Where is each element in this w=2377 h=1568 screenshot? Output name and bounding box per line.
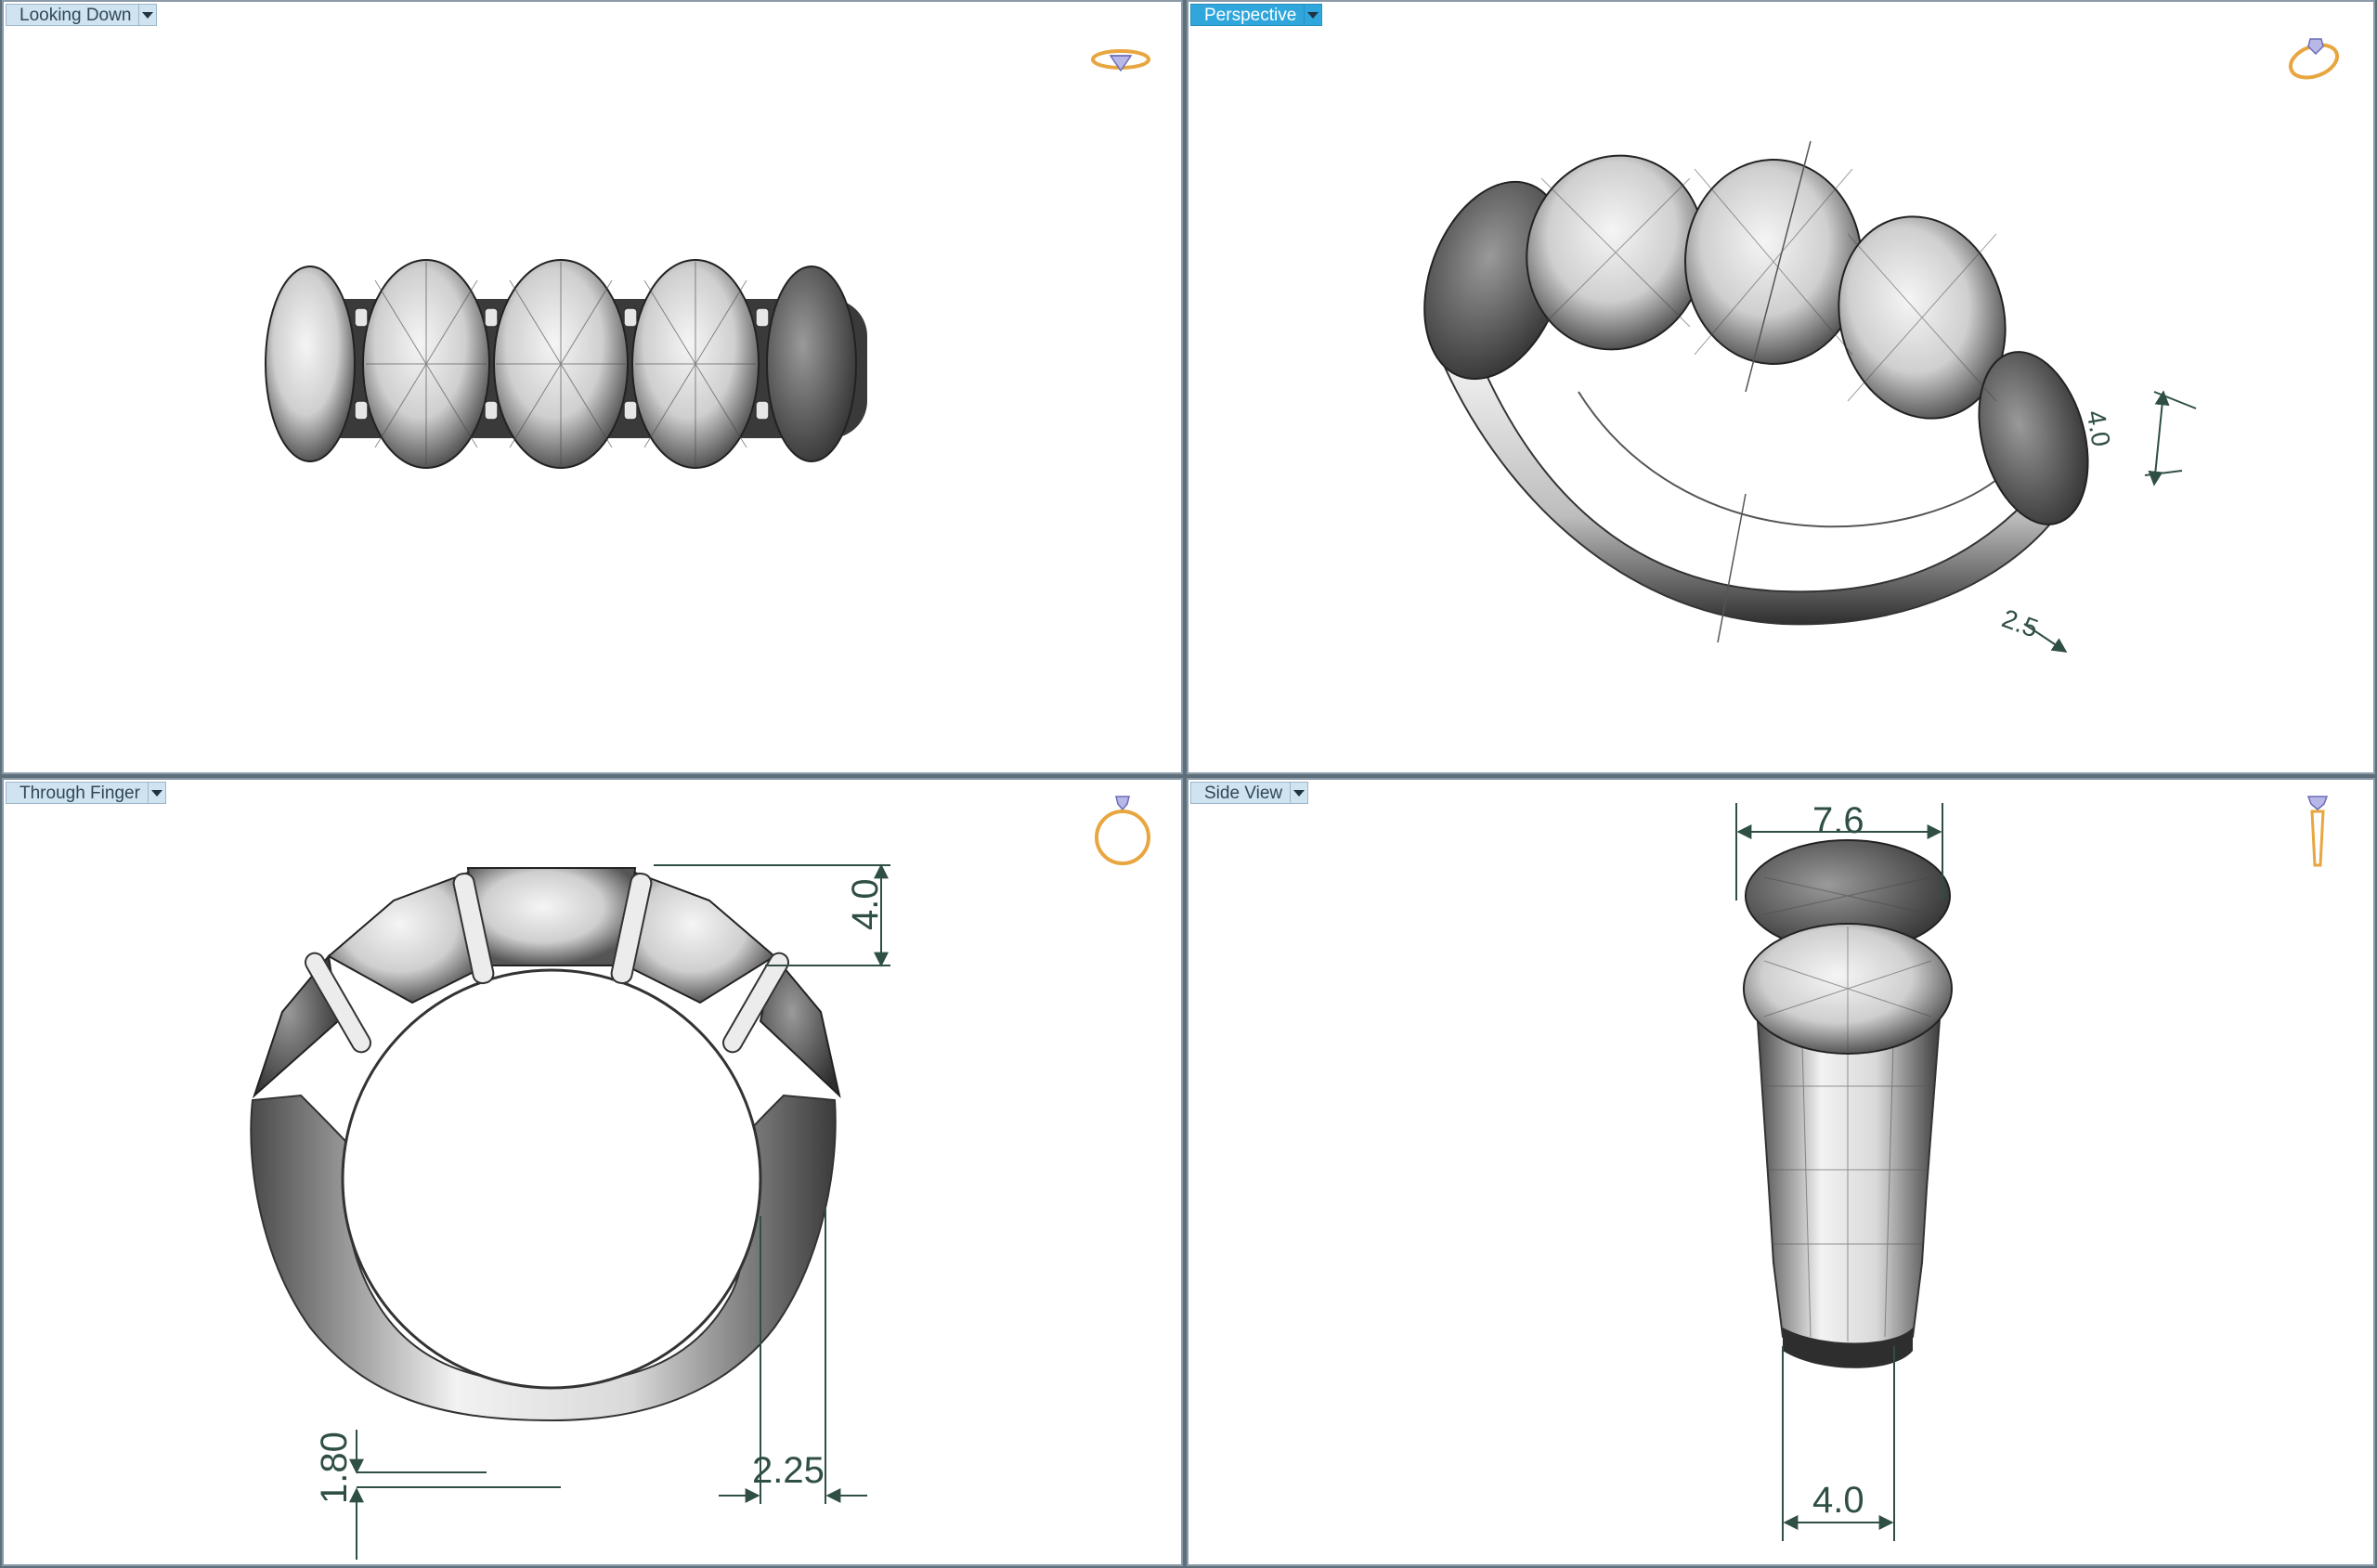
viewport-menu-dropdown[interactable] [1305, 4, 1323, 26]
viewport-label[interactable]: Looking Down [6, 4, 140, 26]
viewport-tab-perspective[interactable]: Perspective [1190, 4, 1323, 26]
viewport-menu-dropdown[interactable] [1291, 782, 1309, 804]
dimension-front-height: 4.0 [845, 878, 886, 930]
dimension-bottom-width: 4.0 [1812, 1480, 1864, 1521]
viewport-looking-down[interactable]: Looking Down [2, 0, 1183, 774]
viewport-label[interactable]: Through Finger [6, 782, 149, 804]
ring-model-front-view [250, 863, 890, 1560]
viewport-tab-looking-down[interactable]: Looking Down [6, 4, 158, 26]
viewport-tab-through-finger[interactable]: Through Finger [6, 782, 166, 804]
ring-top-view-icon [1091, 49, 1150, 72]
dimension-perspective-height: 4.0 [2081, 408, 2116, 449]
viewport-tab-side-view[interactable]: Side View [1190, 782, 1309, 804]
viewport-menu-dropdown[interactable] [148, 782, 166, 804]
ring-side-view-icon [2306, 796, 2329, 867]
ring-model-top-view [265, 259, 867, 469]
dimension-bottom-thickness: 1.80 [314, 1432, 355, 1504]
dimension-top-width: 7.6 [1812, 800, 1864, 841]
viewport-label[interactable]: Perspective [1190, 4, 1305, 26]
viewport-label[interactable]: Side View [1190, 782, 1292, 804]
chevron-down-icon [150, 789, 162, 797]
ring-model-side-view [1735, 803, 1953, 1541]
viewport-through-finger[interactable]: Through Finger 4.0 1.80 2.25 [2, 778, 1183, 1566]
chevron-down-icon [1307, 11, 1319, 19]
ring-model-perspective [1423, 140, 2197, 653]
ring-perspective-icon [2288, 38, 2340, 80]
viewport-perspective[interactable]: Perspective 4.0 2.5 [1187, 0, 2375, 774]
viewport-menu-dropdown[interactable] [139, 4, 158, 26]
ring-front-view-icon [1095, 796, 1150, 865]
chevron-down-icon [142, 11, 154, 19]
chevron-down-icon [1293, 789, 1305, 797]
viewport-side-view[interactable]: Side View 7.6 4.0 [1187, 778, 2375, 1566]
dimension-shank-width: 2.25 [752, 1450, 825, 1491]
